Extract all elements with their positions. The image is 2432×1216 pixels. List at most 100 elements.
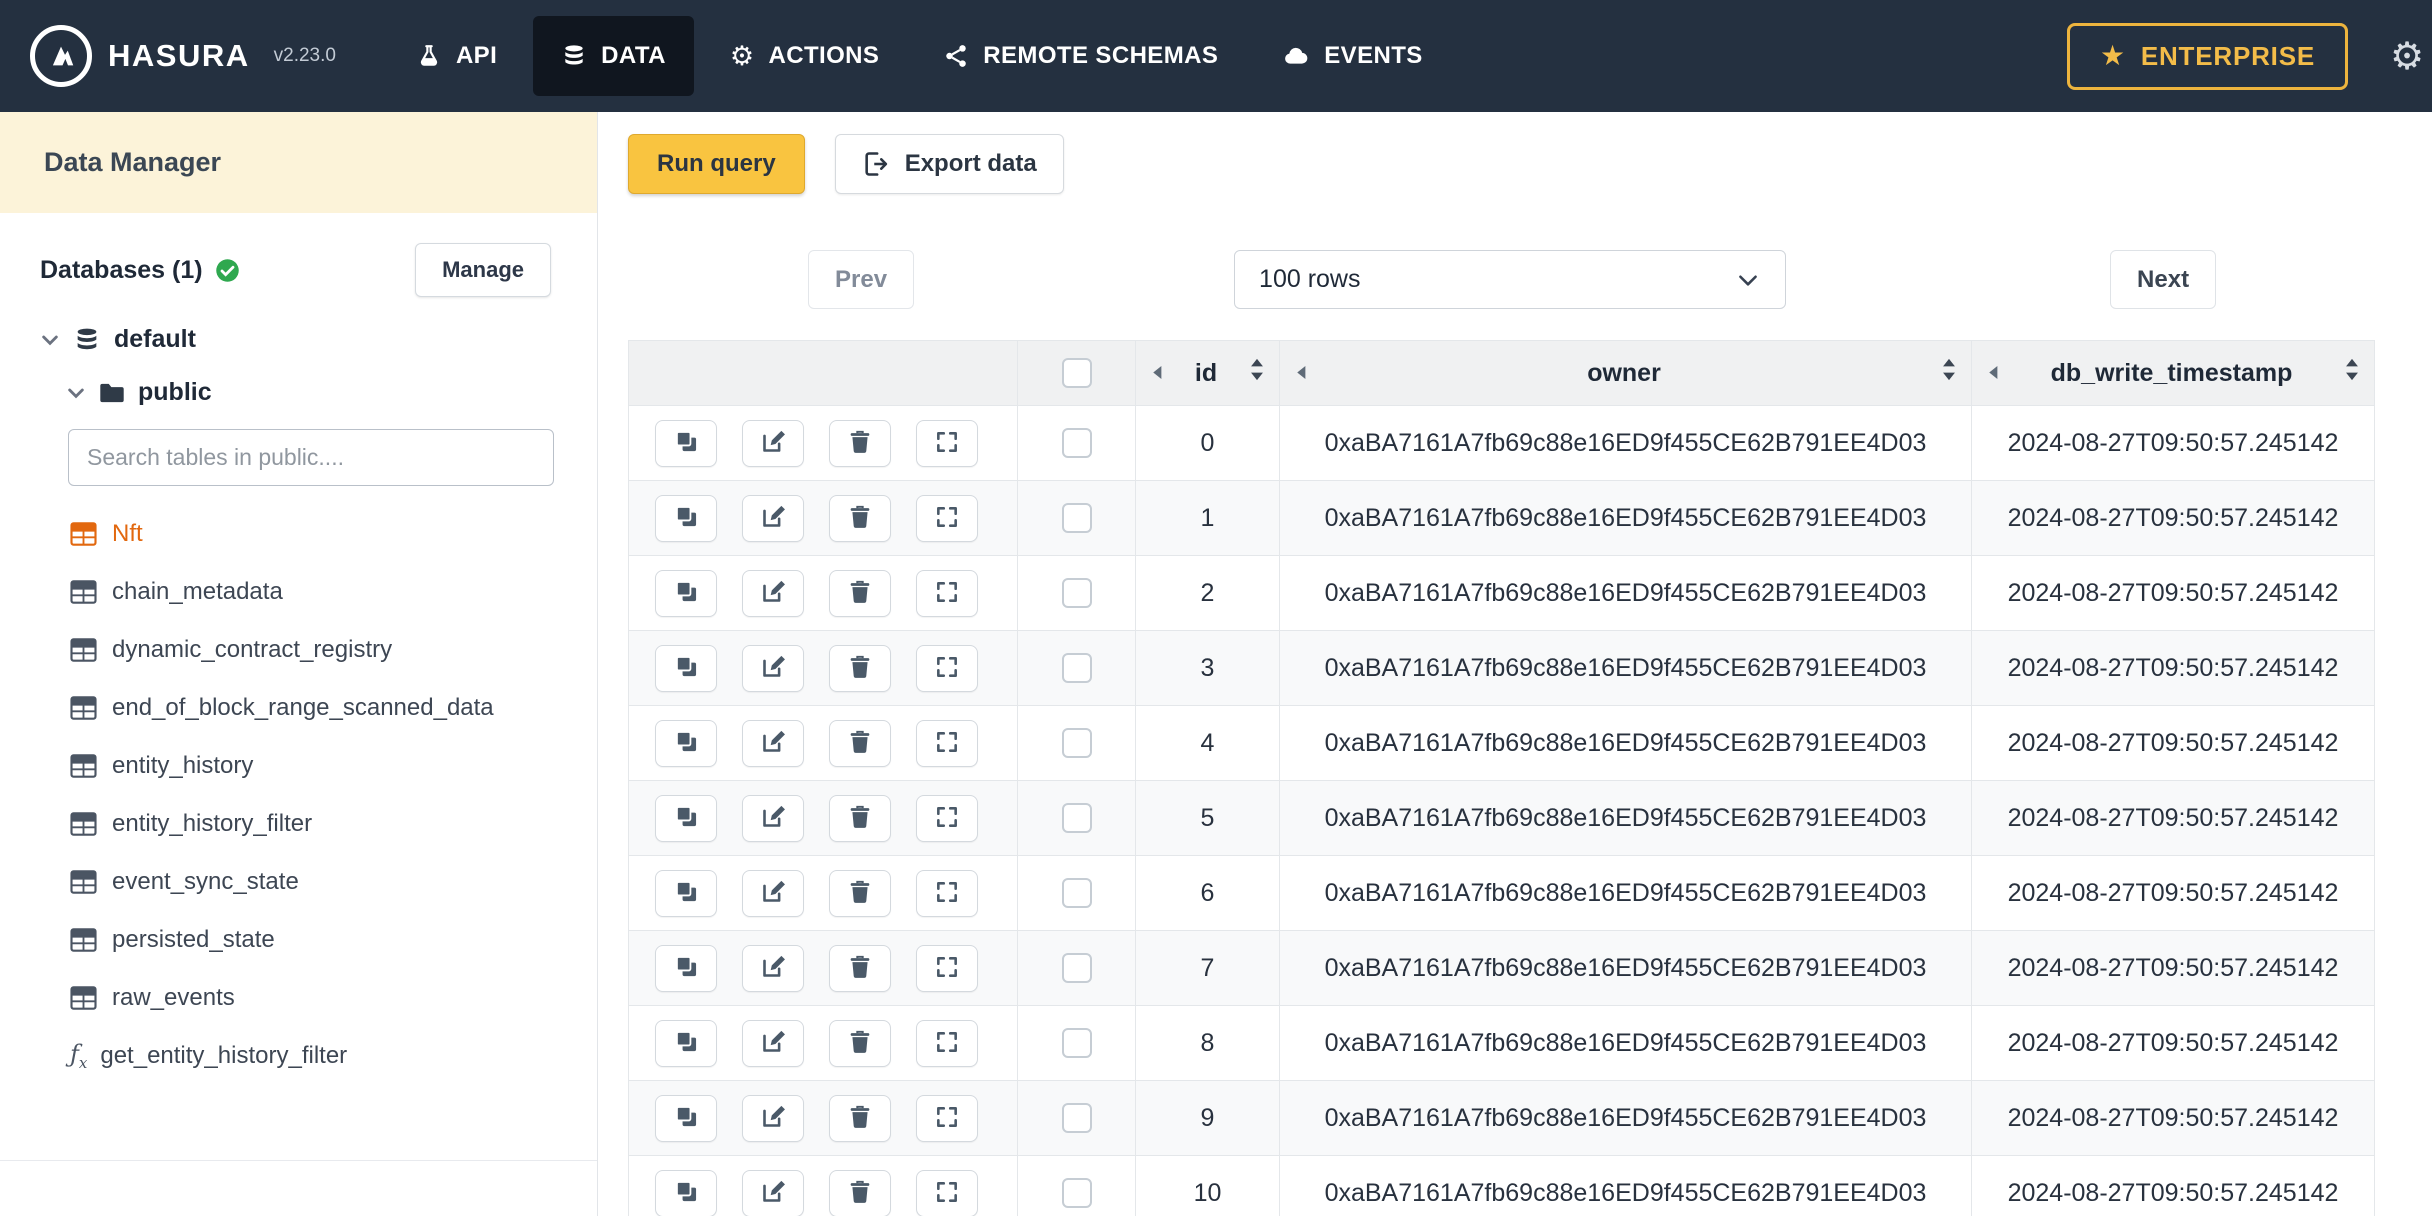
expand-row-button[interactable] <box>916 569 978 617</box>
delete-row-button[interactable] <box>829 569 891 617</box>
expand-row-button[interactable] <box>916 644 978 692</box>
expand-row-button[interactable] <box>916 1169 978 1216</box>
prev-page-button[interactable]: Prev <box>808 250 915 309</box>
settings-gear-icon[interactable]: ⚙ <box>2390 34 2424 78</box>
clone-row-button[interactable] <box>655 869 717 917</box>
edit-icon <box>760 578 787 608</box>
edit-row-button[interactable] <box>742 644 804 692</box>
expand-row-button[interactable] <box>916 794 978 842</box>
expand-row-button[interactable] <box>916 869 978 917</box>
row-checkbox[interactable] <box>1061 1178 1092 1209</box>
edit-row-button[interactable] <box>742 1019 804 1067</box>
delete-row-button[interactable] <box>829 794 891 842</box>
nav-item-api[interactable]: API <box>388 16 525 96</box>
column-header-owner[interactable]: owner <box>1279 340 1972 406</box>
manage-button[interactable]: Manage <box>415 243 551 297</box>
delete-row-button[interactable] <box>829 644 891 692</box>
clone-row-button[interactable] <box>655 944 717 992</box>
export-data-label: Export data <box>904 150 1037 177</box>
cell-id: 1 <box>1135 480 1280 556</box>
clone-row-button[interactable] <box>655 794 717 842</box>
expand-row-button[interactable] <box>916 494 978 542</box>
cell-timestamp: 2024-08-27T09:50:57.245142 <box>1971 705 2375 781</box>
chevron-down-icon <box>1735 267 1761 293</box>
row-checkbox[interactable] <box>1061 878 1092 909</box>
row-checkbox[interactable] <box>1061 503 1092 534</box>
clone-row-button[interactable] <box>655 719 717 767</box>
clone-row-button[interactable] <box>655 419 717 467</box>
clone-row-button[interactable] <box>655 1019 717 1067</box>
hasura-brand[interactable]: HASURA v2.23.0 <box>0 25 358 87</box>
sidebar-table-raw_events[interactable]: raw_events <box>70 982 573 1014</box>
edit-row-button[interactable] <box>742 944 804 992</box>
row-checkbox[interactable] <box>1061 578 1092 609</box>
tree-item-default[interactable]: default <box>40 325 573 354</box>
export-data-button[interactable]: Export data <box>834 134 1064 194</box>
delete-row-button[interactable] <box>829 419 891 467</box>
delete-row-button[interactable] <box>829 1169 891 1216</box>
edit-row-button[interactable] <box>742 1094 804 1142</box>
clone-row-button[interactable] <box>655 644 717 692</box>
sidebar-table-persisted_state[interactable]: persisted_state <box>70 924 573 956</box>
row-checkbox[interactable] <box>1061 1103 1092 1134</box>
sidebar-table-dynamic_contract_registry[interactable]: dynamic_contract_registry <box>70 634 573 666</box>
row-checkbox-cell <box>1017 1155 1136 1216</box>
edit-row-button[interactable] <box>742 494 804 542</box>
enterprise-button[interactable]: ★ ENTERPRISE <box>2066 22 2348 90</box>
row-checkbox[interactable] <box>1061 728 1092 759</box>
delete-row-button[interactable] <box>829 869 891 917</box>
row-checkbox[interactable] <box>1061 1028 1092 1059</box>
sidebar-table-entity_history[interactable]: entity_history <box>70 750 573 782</box>
rows-per-page-select[interactable]: 100 rows <box>1234 250 1787 309</box>
expand-row-button[interactable] <box>916 419 978 467</box>
nav-item-data[interactable]: DATA <box>533 16 694 96</box>
sidebar-table-end_of_block_range_scanned_data[interactable]: end_of_block_range_scanned_data <box>70 692 573 724</box>
next-page-button[interactable]: Next <box>2110 250 2217 309</box>
nav-item-label: DATA <box>601 42 666 69</box>
column-header-id[interactable]: id <box>1135 340 1280 406</box>
sidebar-function-item[interactable]: ƒx get_entity_history_filter <box>70 1040 573 1072</box>
row-checkbox[interactable] <box>1061 953 1092 984</box>
expand-row-button[interactable] <box>916 1094 978 1142</box>
select-all-checkbox[interactable] <box>1061 358 1092 389</box>
row-checkbox[interactable] <box>1061 803 1092 834</box>
clone-row-button[interactable] <box>655 569 717 617</box>
row-actions-cell <box>628 1080 1018 1156</box>
delete-row-button[interactable] <box>829 944 891 992</box>
row-checkbox[interactable] <box>1061 428 1092 459</box>
run-query-button[interactable]: Run query <box>628 134 805 194</box>
sidebar-table-entity_history_filter[interactable]: entity_history_filter <box>70 808 573 840</box>
clone-row-button[interactable] <box>655 1169 717 1216</box>
clone-row-button[interactable] <box>655 1094 717 1142</box>
nav-item-events[interactable]: EVENTS <box>1254 16 1450 96</box>
edit-icon <box>760 503 787 533</box>
expand-row-button[interactable] <box>916 1019 978 1067</box>
edit-row-button[interactable] <box>742 719 804 767</box>
delete-row-button[interactable] <box>829 494 891 542</box>
clone-row-button[interactable] <box>655 494 717 542</box>
nav-item-actions[interactable]: ⚙ ACTIONS <box>702 16 907 96</box>
nav-item-remote-schemas[interactable]: REMOTE SCHEMAS <box>915 16 1246 96</box>
expand-row-button[interactable] <box>916 719 978 767</box>
tree-item-public[interactable]: public <box>40 378 573 407</box>
folder-icon <box>99 382 125 404</box>
row-actions-cell <box>628 855 1018 931</box>
delete-row-button[interactable] <box>829 1019 891 1067</box>
expand-icon <box>934 954 960 983</box>
table-grid-icon <box>70 580 97 604</box>
edit-row-button[interactable] <box>742 869 804 917</box>
delete-row-button[interactable] <box>829 1094 891 1142</box>
edit-row-button[interactable] <box>742 1169 804 1216</box>
copy-icon <box>673 428 700 458</box>
edit-row-button[interactable] <box>742 794 804 842</box>
sidebar-table-event_sync_state[interactable]: event_sync_state <box>70 866 573 898</box>
sidebar-table-chain_metadata[interactable]: chain_metadata <box>70 576 573 608</box>
edit-row-button[interactable] <box>742 569 804 617</box>
row-checkbox[interactable] <box>1061 653 1092 684</box>
sidebar-table-Nft[interactable]: Nft <box>70 518 573 550</box>
expand-row-button[interactable] <box>916 944 978 992</box>
column-header-db-write-timestamp[interactable]: db_write_timestamp <box>1971 340 2375 406</box>
delete-row-button[interactable] <box>829 719 891 767</box>
edit-row-button[interactable] <box>742 419 804 467</box>
search-tables-input[interactable] <box>68 429 554 486</box>
